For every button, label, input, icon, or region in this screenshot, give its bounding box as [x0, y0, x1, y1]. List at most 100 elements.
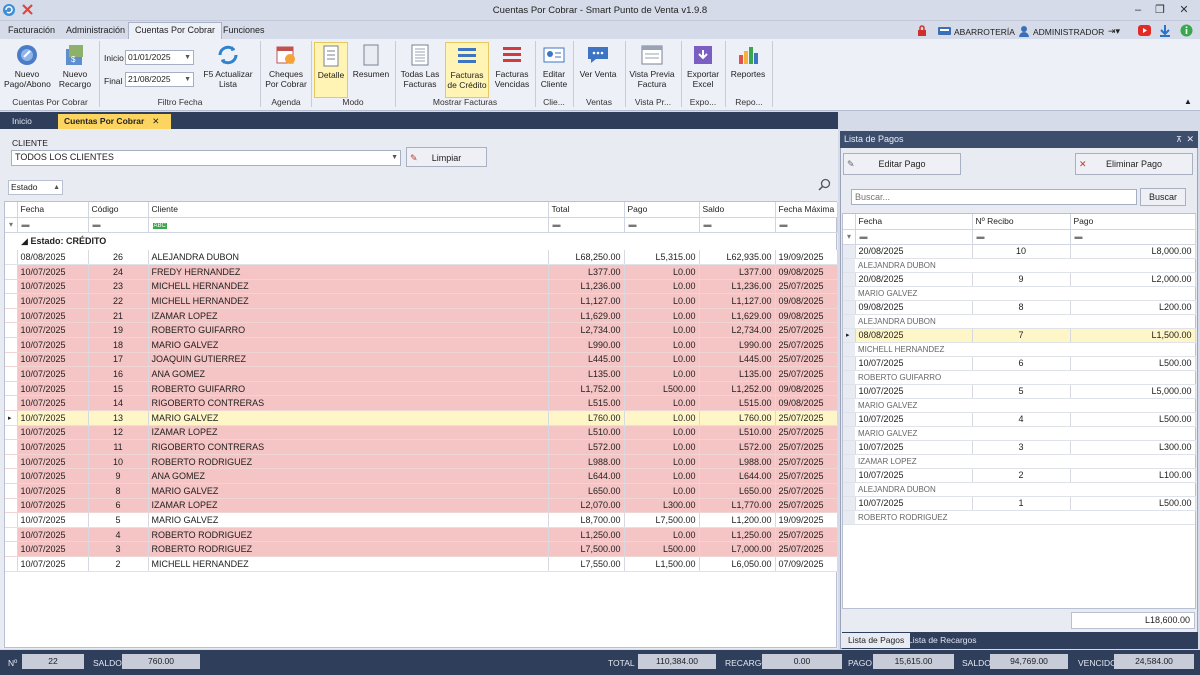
youtube-icon[interactable] [1138, 25, 1151, 36]
buscar-button[interactable]: Buscar [1140, 188, 1186, 206]
payment-row[interactable]: 10/07/2025 5 L5,000.00 [843, 384, 1196, 399]
sort-asc-icon[interactable]: ▲ [53, 181, 60, 194]
table-row[interactable]: 10/07/2025 15 ROBERTO GUIFARRO L1,752.00 L50… [5, 381, 838, 397]
table-row[interactable]: 10/07/2025 3 ROBERTO RODRIGUEZ L7,500.00 L50… [5, 541, 838, 557]
chevron-down-icon[interactable]: ▼ [391, 151, 398, 164]
col-total[interactable]: Total [548, 202, 625, 218]
tab-administracion[interactable]: Administración [60, 24, 131, 39]
payments-grid[interactable]: Fecha Nº Recibo Pago ▾ ▬ ▬ ▬ 20/08/2025 1… [842, 213, 1196, 609]
nuevo-pago-button[interactable]: Nuevo Pago/Abono [4, 42, 51, 98]
lock-icon[interactable] [916, 25, 928, 37]
table-row[interactable]: 10/07/2025 8 MARIO GALVEZ L650.00 L0.00 L650.… [5, 483, 838, 499]
payment-client-row[interactable]: MARIO GALVEZ [843, 426, 1195, 441]
minimize-icon[interactable]: – [1128, 3, 1148, 17]
inicio-date-input[interactable]: 01/01/2025 ▼ [125, 50, 194, 65]
chevron-down-icon[interactable]: ▼ [184, 73, 191, 86]
tab-lista-pagos[interactable]: Lista de Pagos [842, 633, 911, 648]
tab-lista-recargos[interactable]: Lista de Recargos [902, 633, 983, 648]
table-row[interactable]: 10/07/2025 17 JOAQUIN GUTIERREZ L445.00 L0.0… [5, 352, 838, 368]
pay-filter-pago[interactable]: ▬ [1070, 229, 1196, 245]
col-cliente[interactable]: Cliente [148, 202, 549, 218]
payment-client-row[interactable]: ROBERTO GUIFARRO [843, 370, 1195, 385]
final-date-input[interactable]: 21/08/2025 ▼ [125, 72, 194, 87]
table-row[interactable]: 10/07/2025 5 MARIO GALVEZ L8,700.00 L7,500.0… [5, 512, 838, 528]
user-name[interactable]: ADMINISTRADOR [1033, 27, 1104, 37]
table-row[interactable]: 10/07/2025 9 ANA GOMEZ L644.00 L0.00 L644.00 2… [5, 468, 838, 484]
doc-tab-cuentas[interactable]: Cuentas Por Cobrar ✕ [58, 114, 171, 129]
resumen-button[interactable]: Resumen [351, 42, 391, 98]
table-row[interactable]: 10/07/2025 19 ROBERTO GUIFARRO L2,734.00 L0.… [5, 322, 838, 339]
tab-funciones[interactable]: Funciones [217, 24, 271, 39]
facturas-vencidas-button[interactable]: Facturas Vencidas [492, 42, 532, 98]
col-pay-recibo[interactable]: Nº Recibo [972, 214, 1071, 230]
table-row[interactable]: 10/07/2025 14 RIGOBERTO CONTRERAS L515.00 L0… [5, 395, 838, 412]
table-row[interactable]: 10/07/2025 24 FREDY HERNANDEZ L377.00 L0.00 L… [5, 264, 838, 280]
payment-client-row[interactable]: MARIO GALVEZ [843, 398, 1195, 413]
col-fecha-maxima[interactable]: Fecha Máxima [775, 202, 838, 218]
nuevo-recargo-button[interactable]: $ Nuevo Recargo [54, 42, 96, 98]
search-icon[interactable] [818, 178, 831, 191]
table-row[interactable]: 10/07/2025 6 IZAMAR LOPEZ L2,070.00 L300.00 L… [5, 498, 838, 514]
collapse-group-icon[interactable]: ◢ [21, 236, 28, 246]
tab-facturacion[interactable]: Facturación [2, 24, 61, 39]
cliente-select[interactable]: TODOS LOS CLIENTES ▼ [11, 150, 401, 166]
table-row[interactable]: 10/07/2025 4 ROBERTO RODRIGUEZ L1,250.00 L0.… [5, 527, 838, 543]
payment-row[interactable]: 10/07/2025 2 L100.00 [843, 468, 1196, 483]
table-row[interactable]: 10/07/2025 23 MICHELL HERNANDEZ L1,236.00 L0… [5, 279, 838, 295]
collapse-ribbon-icon[interactable]: ▲ [1184, 97, 1192, 106]
invoices-grid[interactable]: Fecha Código Cliente Total Pago Saldo Fe… [4, 201, 838, 648]
tab-cuentas-por-cobrar[interactable]: Cuentas Por Cobrar [128, 22, 223, 39]
table-row[interactable]: 10/07/2025 12 IZAMAR LOPEZ L510.00 L0.00 L510… [5, 425, 838, 441]
payment-row[interactable]: 09/08/2025 8 L200.00 [843, 300, 1196, 315]
filter-cliente[interactable]: ABC [148, 217, 549, 233]
actualizar-button[interactable]: F5 Actualizar Lista [200, 42, 256, 98]
table-row[interactable]: 10/07/2025 10 ROBERTO RODRIGUEZ L988.00 L0.0… [5, 454, 838, 470]
payment-client-row[interactable]: ALEJANDRA DUBON [843, 314, 1195, 329]
table-row[interactable]: 10/07/2025 21 IZAMAR LOPEZ L1,629.00 L0.00 L1… [5, 308, 838, 324]
table-row[interactable]: 10/07/2025 22 MICHELL HERNANDEZ L1,127.00 L0… [5, 293, 838, 309]
download-icon[interactable] [1159, 24, 1171, 37]
chevron-down-icon[interactable]: ▼ [184, 51, 191, 64]
ver-venta-button[interactable]: Ver Venta [577, 42, 619, 98]
payment-row[interactable]: 20/08/2025 9 L2,000.00 [843, 272, 1196, 287]
payment-row[interactable]: 10/07/2025 4 L500.00 [843, 412, 1196, 427]
detalle-button[interactable]: Detalle [314, 42, 348, 98]
col-saldo[interactable]: Saldo [699, 202, 776, 218]
filter-total[interactable]: ▬ [548, 217, 625, 233]
filter-codigo[interactable]: ▬ [88, 217, 149, 233]
close-tab-icon[interactable]: ✕ [152, 116, 159, 126]
close-panel-icon[interactable]: ✕ [1186, 131, 1194, 148]
table-row[interactable]: 08/08/2025 26 ALEJANDRA DUBON L68,250.00 L5,… [5, 250, 838, 266]
table-row[interactable]: 10/07/2025 16 ANA GOMEZ L135.00 L0.00 L135.00… [5, 366, 838, 382]
payment-client-row[interactable]: MICHELL HERNANDEZ [843, 342, 1195, 357]
payment-client-row[interactable]: IZAMAR LOPEZ [843, 454, 1195, 469]
vista-previa-button[interactable]: Vista Previa Factura [628, 42, 676, 98]
col-fecha[interactable]: Fecha [17, 202, 89, 218]
col-pay-pago[interactable]: Pago [1070, 214, 1196, 230]
store-name[interactable]: ABARROTERÍA [954, 27, 1015, 37]
payment-client-row[interactable]: ALEJANDRA DUBON [843, 482, 1195, 497]
facturas-credito-button[interactable]: Facturas de Crédito [445, 42, 489, 98]
exportar-excel-button[interactable]: Exportar Excel [684, 42, 722, 98]
close-icon[interactable]: ✕ [1174, 3, 1194, 17]
group-row[interactable]: ◢ Estado: CRÉDITO [5, 232, 837, 250]
payment-row[interactable]: 20/08/2025 10 L8,000.00 [843, 244, 1196, 259]
info-icon[interactable] [1180, 24, 1193, 37]
estado-groupby-chip[interactable]: Estado ▲ [8, 180, 63, 195]
table-row[interactable]: 10/07/2025 11 RIGOBERTO CONTRERAS L572.00 L0… [5, 439, 838, 455]
payment-row[interactable]: ▸ 08/08/2025 7 L1,500.00 [843, 328, 1196, 343]
limpiar-button[interactable]: ✎ Limpiar [406, 147, 487, 167]
payment-client-row[interactable]: MARIO GALVEZ [843, 286, 1195, 301]
reportes-button[interactable]: Reportes [728, 42, 768, 98]
pay-filter-fecha[interactable]: ▬ [855, 229, 973, 245]
editar-pago-button[interactable]: ✎ Editar Pago [843, 153, 961, 175]
eliminar-pago-button[interactable]: ✕ Eliminar Pago [1075, 153, 1193, 175]
cheques-button[interactable]: Cheques Por Cobrar [264, 42, 308, 98]
col-pago[interactable]: Pago [624, 202, 700, 218]
table-row[interactable]: 10/07/2025 18 MARIO GALVEZ L990.00 L0.00 L990… [5, 337, 838, 353]
filter-saldo[interactable]: ▬ [699, 217, 776, 233]
filter-fmax[interactable]: ▬ [775, 217, 838, 233]
logout-icon[interactable]: ⇥▾ [1108, 26, 1120, 37]
payment-client-row[interactable]: ALEJANDRA DUBON [843, 258, 1195, 273]
filter-pago[interactable]: ▬ [624, 217, 700, 233]
